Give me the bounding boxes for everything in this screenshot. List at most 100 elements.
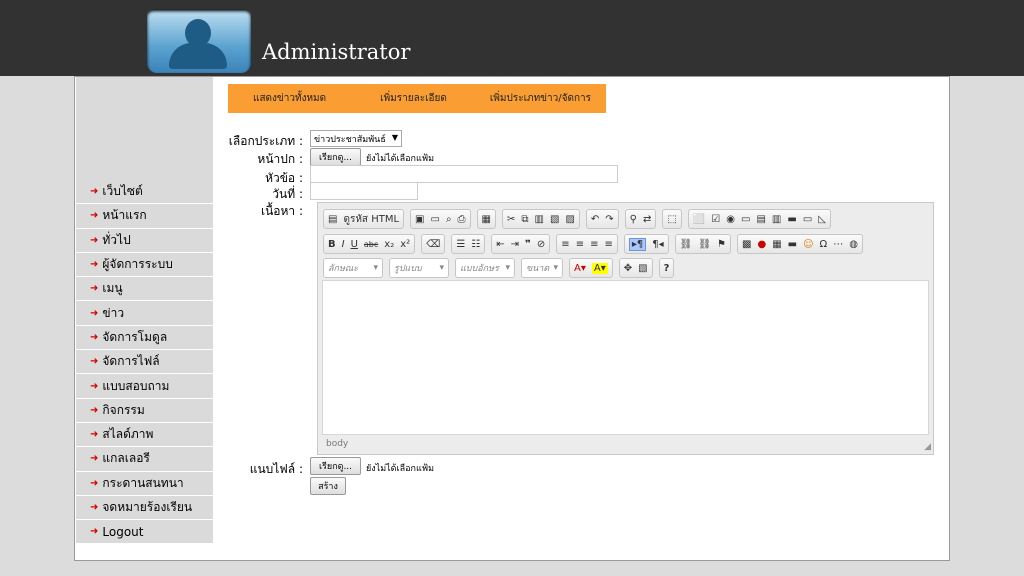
editor-content-area[interactable] <box>322 280 929 435</box>
print-icon[interactable]: ⎙ <box>458 214 466 225</box>
title-input[interactable] <box>310 165 618 183</box>
strikethrough-icon[interactable]: abc <box>364 240 378 249</box>
sidebar-item-activities[interactable]: ➜ กิจกรรม <box>76 399 213 423</box>
text-direction-rtl-icon[interactable]: ¶◂ <box>652 239 663 250</box>
align-center-icon[interactable]: ≡ <box>576 239 584 250</box>
justify-icon[interactable]: ≡ <box>604 239 612 250</box>
help-icon[interactable]: ? <box>664 263 670 274</box>
subscript-icon[interactable]: x₂ <box>384 239 394 250</box>
sidebar-item-general[interactable]: ➜ ทั่วไป <box>76 229 213 253</box>
copy-icon[interactable]: ⧉ <box>521 214 528 225</box>
font-combo[interactable]: แบบอักษร ▾ <box>455 258 515 278</box>
text-direction-ltr-icon[interactable]: ▸¶ <box>628 237 647 251</box>
div-container-icon[interactable]: ⊘ <box>537 239 545 250</box>
anchor-flag-icon[interactable]: ⚑ <box>717 239 726 250</box>
sidebar-item-slides[interactable]: ➜ สไลด์ภาพ <box>76 423 213 448</box>
special-char-icon[interactable]: Ω <box>820 239 828 250</box>
sidebar-item-system-admin[interactable]: ➜ ผู้จัดการระบบ <box>76 253 213 278</box>
select-all-icon[interactable]: ⬚ <box>667 214 676 225</box>
radio-icon[interactable]: ◉ <box>726 214 735 225</box>
sidebar-item-news[interactable]: ➜ ข่าว <box>76 301 213 326</box>
format-combo[interactable]: รูปแบบ ▾ <box>389 258 449 278</box>
bulleted-list-icon[interactable]: ☷ <box>471 239 480 250</box>
resize-handle-icon[interactable]: ◢ <box>924 442 931 452</box>
indent-icon[interactable]: ⇥ <box>511 239 519 250</box>
sidebar-item-complaints[interactable]: ➜ จดหมายร้องเรียน <box>76 496 213 521</box>
sidebar-item-website[interactable]: ➜ เว็บไซต์ <box>76 180 213 205</box>
bold-icon[interactable]: B <box>328 239 336 250</box>
textarea-icon[interactable]: ▤ <box>756 214 765 225</box>
tab-add-category[interactable]: เพิ่มประเภทข่าว/จัดการ <box>490 91 591 106</box>
arrow-right-icon: ➜ <box>90 502 99 513</box>
paste-word-icon[interactable]: ▨ <box>565 214 574 225</box>
numbered-list-icon[interactable]: ☰ <box>456 239 465 250</box>
remove-format-icon[interactable]: ⌫ <box>426 239 440 250</box>
tab-show-all-news[interactable]: แสดงข่าวทั้งหมด <box>253 91 326 106</box>
link-icon[interactable]: ⛓ <box>680 239 693 250</box>
tab-add-detail[interactable]: เพิ่มรายละเอียด <box>380 91 447 106</box>
rich-text-editor: ▤ ดูรหัส HTML ▣ ▭ ⌕ ⎙ ▦ ✂ ⧉ ▥ ▧ ▨ ↶ ↷ ⚲ … <box>317 202 934 455</box>
sidebar-item-forum[interactable]: ➜ กระดานสนทนา <box>76 472 213 496</box>
show-blocks-icon[interactable]: ▧ <box>638 263 647 274</box>
format-combo-label: รูปแบบ <box>394 264 422 274</box>
select-field-icon[interactable]: ▥ <box>772 214 781 225</box>
cut-icon[interactable]: ✂ <box>507 214 515 225</box>
flash-icon[interactable]: ● <box>757 239 766 250</box>
date-input[interactable] <box>310 182 418 200</box>
sidebar-item-home[interactable]: ➜ หน้าแรก <box>76 204 213 229</box>
button-field-icon[interactable]: ▬ <box>787 214 796 225</box>
sidebar-menu: ➜ เว็บไซต์ ➜ หน้าแรก ➜ ทั่วไป ➜ ผู้จัดการระบ… <box>76 180 213 545</box>
checkbox-icon[interactable]: ☑ <box>711 214 720 225</box>
text-field-icon[interactable]: ▭ <box>741 214 750 225</box>
cover-browse-button[interactable]: เรียกดู... <box>310 148 361 166</box>
underline-icon[interactable]: U <box>351 239 358 250</box>
size-combo[interactable]: ขนาด ▾ <box>521 258 563 278</box>
page-break-icon[interactable]: ⋯ <box>833 239 843 250</box>
text-color-icon[interactable]: A▾ <box>574 263 586 274</box>
create-button[interactable]: สร้าง <box>310 477 346 495</box>
source-code-icon[interactable]: ▤ <box>328 214 337 225</box>
align-right-icon[interactable]: ≡ <box>590 239 598 250</box>
image-button-icon[interactable]: ▭ <box>803 214 812 225</box>
find-icon[interactable]: ⚲ <box>630 214 637 225</box>
paste-icon[interactable]: ▥ <box>535 214 544 225</box>
new-page-icon[interactable]: ▭ <box>430 214 439 225</box>
unlink-icon[interactable]: ⛓ <box>698 239 711 250</box>
sidebar-item-survey[interactable]: ➜ แบบสอบถาม <box>76 374 213 399</box>
sidebar-item-files[interactable]: ➜ จัดการไฟล์ <box>76 350 213 375</box>
hidden-field-icon[interactable]: ◺ <box>818 214 826 225</box>
save-icon[interactable]: ▣ <box>415 214 424 225</box>
background-color-icon[interactable]: A▾ <box>591 262 608 274</box>
preview-icon[interactable]: ⌕ <box>446 214 452 225</box>
align-left-icon[interactable]: ≡ <box>561 239 569 250</box>
italic-icon[interactable]: I <box>342 239 345 250</box>
style-combo[interactable]: ลักษณะ ▾ <box>323 258 383 278</box>
sidebar-item-gallery[interactable]: ➜ แกลเลอรี <box>76 447 213 472</box>
undo-icon[interactable]: ↶ <box>591 214 599 225</box>
sidebar-item-logout[interactable]: ➜ Logout <box>76 520 213 545</box>
maximize-icon[interactable]: ✥ <box>624 263 632 274</box>
horizontal-rule-icon[interactable]: ▬ <box>788 239 797 250</box>
redo-icon[interactable]: ↷ <box>605 214 613 225</box>
templates-icon[interactable]: ▦ <box>482 214 491 225</box>
superscript-icon[interactable]: x² <box>400 239 410 250</box>
replace-icon[interactable]: ⇄ <box>643 214 651 225</box>
iframe-icon[interactable]: ◍ <box>849 239 858 250</box>
sidebar-item-label: แกลเลอรี <box>102 451 150 466</box>
form-icon[interactable]: ⬜ <box>693 214 705 225</box>
table-icon[interactable]: ▦ <box>772 239 781 250</box>
outdent-icon[interactable]: ⇤ <box>496 239 504 250</box>
editor-toolbar-row-3: ลักษณะ ▾ รูปแบบ ▾ แบบอักษร ▾ ขนาด ▾ A▾ A▾ ✥ … <box>323 258 675 278</box>
paste-text-icon[interactable]: ▧ <box>550 214 559 225</box>
category-select[interactable]: ข่าวประชาสัมพันธ์ ▼ <box>310 130 402 147</box>
arrow-right-icon: ➜ <box>90 186 99 198</box>
attach-browse-button[interactable]: เรียกดู... <box>310 457 361 475</box>
blockquote-icon[interactable]: ❞ <box>525 239 531 250</box>
image-icon[interactable]: ▩ <box>742 239 751 250</box>
arrow-right-icon: ➜ <box>90 210 99 222</box>
source-html-button[interactable]: ดูรหัส HTML <box>343 212 399 227</box>
editor-element-path[interactable]: body <box>326 439 348 449</box>
sidebar-item-menu[interactable]: ➜ เมนู <box>76 277 213 302</box>
smiley-icon[interactable]: ☺ <box>803 239 813 250</box>
sidebar-item-modules[interactable]: ➜ จัดการโมดูล <box>76 326 213 351</box>
